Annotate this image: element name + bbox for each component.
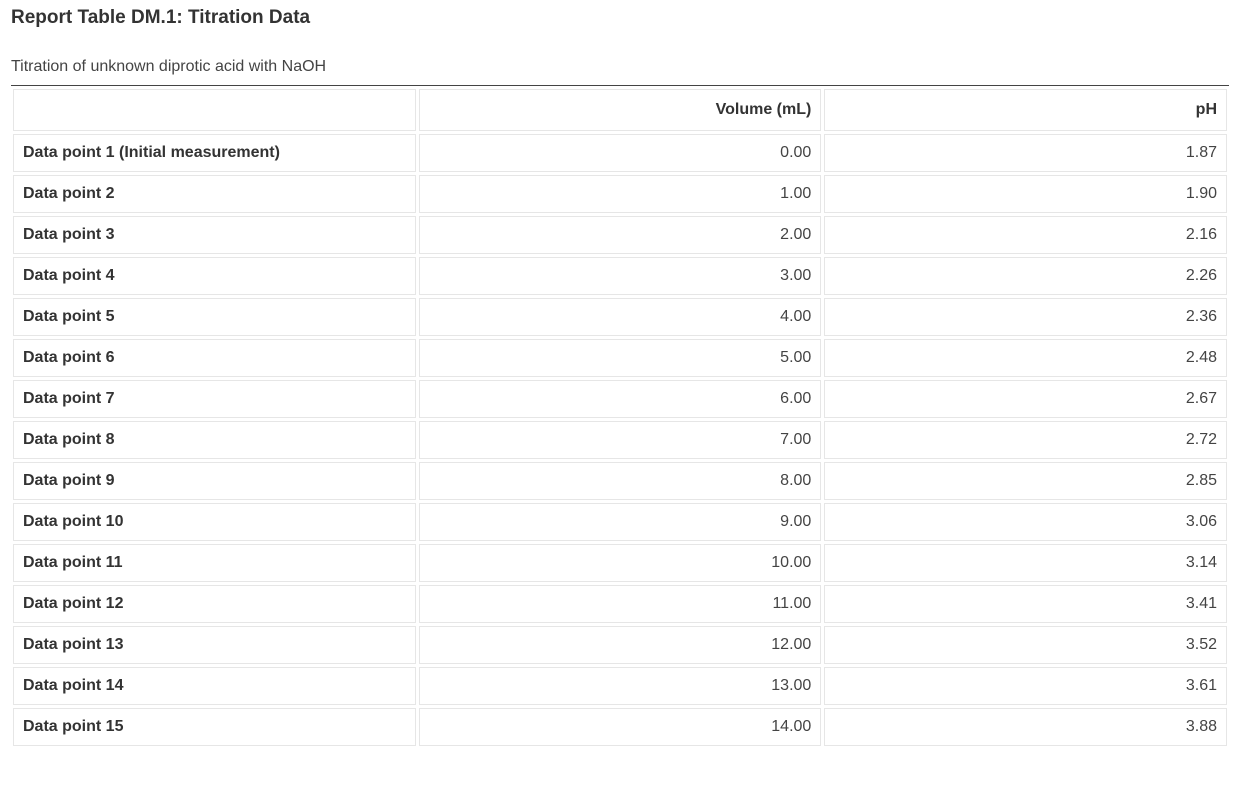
header-row: Volume (mL) pH bbox=[13, 89, 1227, 131]
table-row: Data point 2 1.00 1.90 bbox=[13, 175, 1227, 213]
ph-cell: 2.16 bbox=[824, 216, 1227, 254]
row-label: Data point 7 bbox=[13, 380, 416, 418]
table-row: Data point 14 13.00 3.61 bbox=[13, 667, 1227, 705]
table-row: Data point 7 6.00 2.67 bbox=[13, 380, 1227, 418]
volume-cell: 3.00 bbox=[418, 257, 822, 295]
volume-cell: 7.00 bbox=[418, 421, 822, 459]
table-row: Data point 3 2.00 2.16 bbox=[13, 216, 1227, 254]
table-body: Data point 1 (Initial measurement) 0.00 … bbox=[13, 134, 1227, 746]
row-label: Data point 15 bbox=[13, 708, 416, 746]
row-label: Data point 12 bbox=[13, 585, 416, 623]
volume-cell: 12.00 bbox=[418, 626, 822, 664]
volume-cell: 5.00 bbox=[418, 339, 822, 377]
page-title: Report Table DM.1: Titration Data bbox=[11, 7, 311, 28]
header-cell-label bbox=[13, 89, 416, 131]
ph-cell: 2.36 bbox=[824, 298, 1227, 336]
table-caption: Titration of unknown diprotic acid with … bbox=[11, 58, 327, 75]
volume-cell: 8.00 bbox=[418, 462, 822, 500]
row-label: Data point 4 bbox=[13, 257, 416, 295]
ph-cell: 1.87 bbox=[824, 134, 1227, 172]
volume-cell: 4.00 bbox=[418, 298, 822, 336]
row-label: Data point 6 bbox=[13, 339, 416, 377]
volume-cell: 10.00 bbox=[418, 544, 822, 582]
volume-cell: 9.00 bbox=[418, 503, 822, 541]
ph-cell: 1.90 bbox=[824, 175, 1227, 213]
table-row: Data point 12 11.00 3.41 bbox=[13, 585, 1227, 623]
header-cell-volume: Volume (mL) bbox=[418, 89, 822, 131]
ph-cell: 3.14 bbox=[824, 544, 1227, 582]
volume-cell: 14.00 bbox=[418, 708, 822, 746]
volume-cell: 6.00 bbox=[418, 380, 822, 418]
ph-cell: 3.88 bbox=[824, 708, 1227, 746]
ph-cell: 2.26 bbox=[824, 257, 1227, 295]
row-label: Data point 8 bbox=[13, 421, 416, 459]
ph-cell: 2.48 bbox=[824, 339, 1227, 377]
row-label: Data point 3 bbox=[13, 216, 416, 254]
row-label: Data point 5 bbox=[13, 298, 416, 336]
table-row: Data point 10 9.00 3.06 bbox=[13, 503, 1227, 541]
row-label: Data point 9 bbox=[13, 462, 416, 500]
table-row: Data point 4 3.00 2.26 bbox=[13, 257, 1227, 295]
ph-cell: 3.41 bbox=[824, 585, 1227, 623]
row-label: Data point 13 bbox=[13, 626, 416, 664]
table-header: Volume (mL) pH bbox=[13, 89, 1227, 131]
titration-table-container: Volume (mL) pH Data point 1 (Initial mea… bbox=[11, 85, 1229, 749]
table-row: Data point 8 7.00 2.72 bbox=[13, 421, 1227, 459]
table-row: Data point 6 5.00 2.48 bbox=[13, 339, 1227, 377]
row-label: Data point 14 bbox=[13, 667, 416, 705]
row-label: Data point 1 (Initial measurement) bbox=[13, 134, 416, 172]
ph-cell: 2.85 bbox=[824, 462, 1227, 500]
row-label: Data point 2 bbox=[13, 175, 416, 213]
volume-cell: 0.00 bbox=[418, 134, 822, 172]
volume-cell: 2.00 bbox=[418, 216, 822, 254]
ph-cell: 3.06 bbox=[824, 503, 1227, 541]
table-row: Data point 15 14.00 3.88 bbox=[13, 708, 1227, 746]
table-row: Data point 9 8.00 2.85 bbox=[13, 462, 1227, 500]
volume-cell: 1.00 bbox=[418, 175, 822, 213]
ph-cell: 2.72 bbox=[824, 421, 1227, 459]
table-row: Data point 5 4.00 2.36 bbox=[13, 298, 1227, 336]
table-row: Data point 13 12.00 3.52 bbox=[13, 626, 1227, 664]
volume-cell: 11.00 bbox=[418, 585, 822, 623]
table-row: Data point 11 10.00 3.14 bbox=[13, 544, 1227, 582]
header-cell-ph: pH bbox=[824, 89, 1227, 131]
ph-cell: 2.67 bbox=[824, 380, 1227, 418]
titration-data-table: Volume (mL) pH Data point 1 (Initial mea… bbox=[10, 86, 1230, 749]
ph-cell: 3.61 bbox=[824, 667, 1227, 705]
ph-cell: 3.52 bbox=[824, 626, 1227, 664]
row-label: Data point 11 bbox=[13, 544, 416, 582]
volume-cell: 13.00 bbox=[418, 667, 822, 705]
table-row: Data point 1 (Initial measurement) 0.00 … bbox=[13, 134, 1227, 172]
row-label: Data point 10 bbox=[13, 503, 416, 541]
